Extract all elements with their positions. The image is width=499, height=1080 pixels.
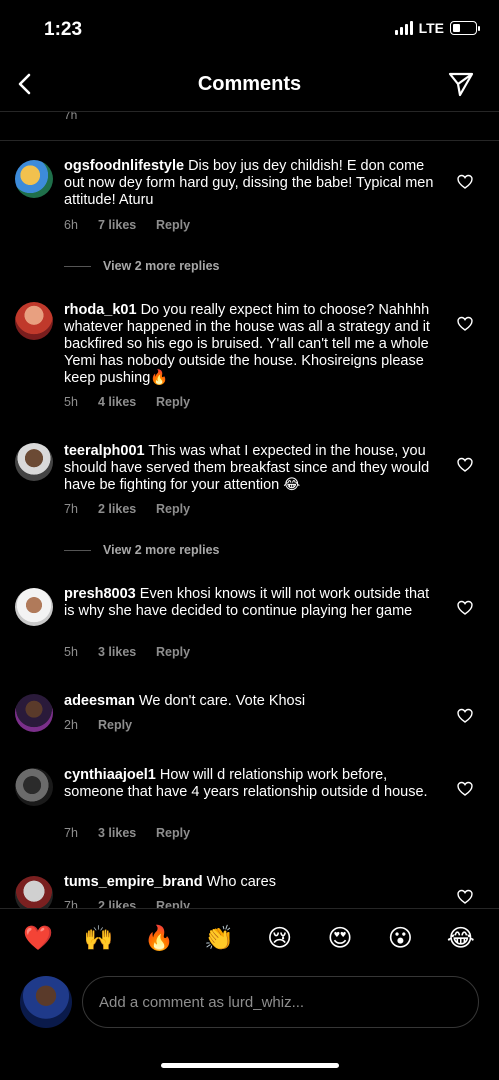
avatar[interactable] — [15, 443, 53, 481]
avatar[interactable] — [15, 876, 53, 908]
quick-reactions-bar: ❤️ 🙌 🔥 👏 😢 😍 😮 😂 — [0, 908, 499, 968]
comment-time: 5h — [64, 645, 78, 659]
reply-button[interactable]: Reply — [98, 718, 132, 732]
red-heart-emoji-button[interactable]: ❤️ — [21, 926, 55, 951]
avatar[interactable] — [15, 694, 53, 732]
comments-list[interactable]: 7h ogsfoodnlifestyle Dis boy jus dey chi… — [0, 112, 499, 908]
comment-meta: 5h 4 likes Reply — [64, 395, 190, 409]
comment-username[interactable]: teeralph001 — [64, 443, 145, 459]
crying-emoji-button[interactable]: 😢 — [263, 926, 297, 951]
avatar[interactable] — [15, 588, 53, 626]
signal-icon — [394, 21, 413, 35]
heart-icon[interactable] — [457, 457, 473, 473]
heart-icon[interactable] — [457, 781, 473, 797]
comment-text: presh8003 Even khosi knows it will not w… — [64, 586, 434, 620]
reply-button[interactable]: Reply — [156, 395, 190, 409]
avatar[interactable] — [15, 768, 53, 806]
comment-meta: 7h 2 likes Reply — [64, 502, 190, 516]
view-replies-button[interactable]: View 2 more replies — [64, 543, 220, 557]
paper-plane-icon[interactable] — [447, 70, 475, 98]
comment-time: 5h — [64, 395, 78, 409]
comment-text: rhoda_k01 Do you really expect him to ch… — [64, 302, 434, 387]
comment-meta: 5h 3 likes Reply — [64, 645, 190, 659]
comment-text: cynthiaajoel1 How will d relationship wo… — [64, 767, 434, 801]
divider — [0, 140, 499, 141]
status-bar: 1:23 LTE — [0, 0, 499, 56]
home-indicator[interactable] — [161, 1063, 339, 1068]
comment-time: 7h — [64, 112, 78, 122]
laughing-emoji-button[interactable]: 😂 — [444, 926, 478, 951]
comment-time: 7h — [64, 826, 78, 840]
replies-line — [64, 265, 91, 267]
reply-button[interactable]: Reply — [156, 899, 190, 908]
heart-icon[interactable] — [457, 889, 473, 905]
page-title: Comments — [197, 73, 302, 95]
comment-time: 2h — [64, 718, 78, 732]
comment-likes[interactable]: 2 likes — [98, 502, 156, 516]
comment-likes[interactable]: 3 likes — [98, 826, 156, 840]
heart-eyes-emoji-button[interactable]: 😍 — [323, 926, 357, 951]
heart-icon[interactable] — [457, 600, 473, 616]
reply-button[interactable]: Reply — [156, 826, 190, 840]
comment-message: Who cares — [206, 874, 276, 890]
comment-text: tums_empire_brand Who cares — [64, 874, 434, 891]
heart-icon[interactable] — [457, 708, 473, 724]
battery-icon — [450, 21, 480, 35]
avatar[interactable] — [15, 302, 53, 340]
heart-icon[interactable] — [457, 174, 473, 190]
avatar — [20, 976, 72, 1028]
header: Comments — [0, 56, 499, 112]
comment-text: adeesman We don't care. Vote Khosi — [64, 693, 434, 710]
view-replies-button[interactable]: View 2 more replies — [64, 259, 220, 273]
network-label: LTE — [418, 20, 444, 36]
comment-username[interactable]: cynthiaajoel1 — [64, 767, 156, 783]
reply-button[interactable]: Reply — [156, 645, 190, 659]
status-time: 1:23 — [44, 19, 83, 40]
comment-meta: 2h Reply — [64, 718, 132, 732]
comment-username[interactable]: tums_empire_brand — [64, 874, 203, 890]
clapping-emoji-button[interactable]: 👏 — [202, 926, 236, 951]
view-replies-label: View 2 more replies — [103, 259, 220, 273]
comment-likes[interactable]: 2 likes — [98, 899, 156, 908]
surprised-emoji-button[interactable]: 😮 — [383, 926, 417, 951]
raised-hands-emoji-button[interactable]: 🙌 — [82, 926, 116, 951]
comment-likes[interactable]: 4 likes — [98, 395, 156, 409]
status-icons: LTE — [394, 20, 480, 36]
comment-message: We don't care. Vote Khosi — [138, 693, 306, 709]
comment-composer — [0, 976, 499, 1032]
comment-username[interactable]: rhoda_k01 — [64, 302, 137, 318]
comment-meta: 6h 7 likes Reply — [64, 218, 190, 232]
comment-text: teeralph001 This was what I expected in … — [64, 443, 434, 494]
reply-button[interactable]: Reply — [156, 218, 190, 232]
replies-line — [64, 549, 91, 551]
comment-meta: 7h 2 likes Reply — [64, 899, 190, 908]
comment-username[interactable]: presh8003 — [64, 586, 136, 602]
reply-button[interactable]: Reply — [156, 502, 190, 516]
comment-likes[interactable]: 7 likes — [98, 218, 156, 232]
comment-time: 6h — [64, 218, 78, 232]
view-replies-label: View 2 more replies — [103, 543, 220, 557]
comment-likes[interactable]: 3 likes — [98, 645, 156, 659]
comment-meta: 7h 3 likes Reply — [64, 826, 190, 840]
comment-input[interactable] — [82, 976, 479, 1028]
avatar[interactable] — [15, 160, 53, 198]
comment-time: 7h — [64, 502, 78, 516]
comment-time: 7h — [64, 899, 78, 908]
heart-icon[interactable] — [457, 316, 473, 332]
comment-username[interactable]: ogsfoodnlifestyle — [64, 158, 184, 174]
fire-emoji-button[interactable]: 🔥 — [142, 926, 176, 951]
comment-username[interactable]: adeesman — [64, 693, 135, 709]
comment-text: ogsfoodnlifestyle Dis boy jus dey childi… — [64, 158, 434, 209]
